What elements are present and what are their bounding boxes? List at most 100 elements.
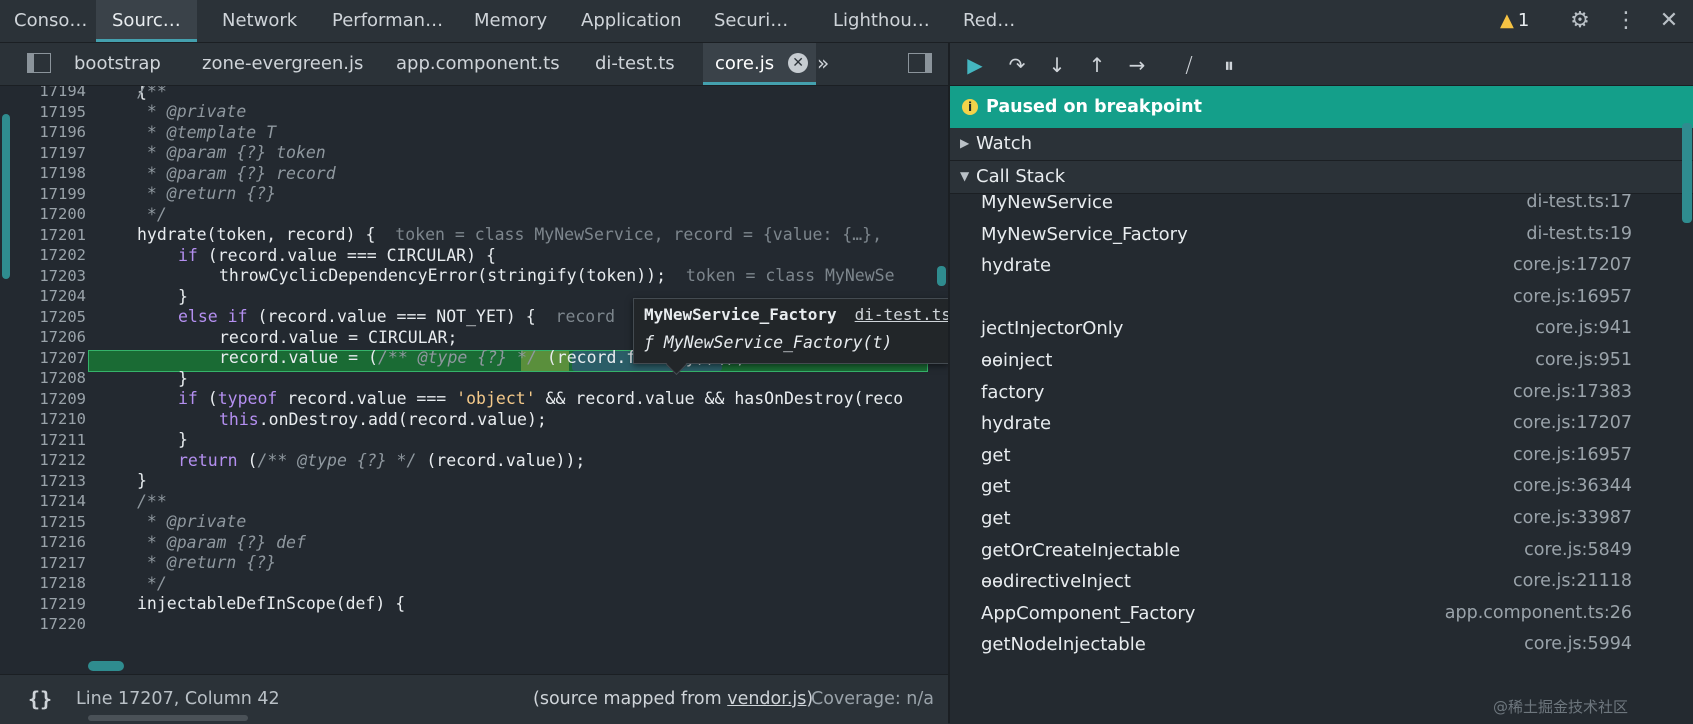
step-out-icon[interactable]: ↑ [1084,52,1110,78]
code-line: injectableDefInScope(def) { [137,594,406,613]
call-frame-name: hydrate [981,413,1052,435]
line-number[interactable]: 17199 [14,185,86,203]
left-scroll-thumb[interactable] [2,114,10,279]
call-frame-location: core.js:951 [1535,350,1632,370]
tab-console[interactable]: Conso… [14,0,87,42]
line-number[interactable]: 17215 [14,513,86,531]
code-text: (record.value === NOT_YET) { [247,307,536,326]
debugger-sidebar: ▶ ↷ ↓ ↑ → ⧸ ⏸ i Paused on breakpoint ▶ W… [950,43,1693,723]
line-number[interactable]: 17218 [14,574,86,592]
code-line: * @private [137,102,247,121]
call-frame[interactable]: get core.js:16957 [950,439,1693,473]
toggle-navigator-icon[interactable] [27,53,51,73]
call-frame[interactable]: AppComponent_Factory app.component.ts:26 [950,597,1693,631]
line-number[interactable]: 17208 [14,369,86,387]
line-number[interactable]: 17195 [14,103,86,121]
line-number[interactable]: 17202 [14,246,86,264]
line-number[interactable]: 17213 [14,472,86,490]
call-frame[interactable]: getOrCreateInjectable core.js:5849 [950,534,1693,568]
more-options-icon[interactable]: ⋮ [1613,8,1639,34]
file-tab-app-component[interactable]: app.component.ts [396,43,560,85]
call-frame-location: di-test.ts:19 [1526,223,1632,244]
line-number[interactable]: 17196 [14,123,86,141]
line-number[interactable]: 17204 [14,287,86,305]
file-tab-core[interactable]: core.js ✕ [703,43,817,85]
line-number[interactable]: 17217 [14,554,86,572]
tab-application[interactable]: Application [581,0,682,42]
sidebar-scroll-thumb[interactable] [1682,123,1692,223]
line-number[interactable]: 17200 [14,205,86,223]
tab-sources[interactable]: Sourc… [96,0,197,42]
line-number[interactable]: 17214 [14,492,86,510]
code-text: throwCyclicDependencyError(stringify(tok… [219,266,667,285]
code-editor[interactable]: 17194 17195 17196 17197 17198 17199 17200 17201… [0,86,948,674]
line-number[interactable]: 17207 [14,349,86,367]
code-line: * @param {?} record [137,164,336,183]
tab-network[interactable]: Network [222,0,297,42]
call-frame[interactable]: core.js:16957 [950,281,1693,315]
line-number[interactable]: 17219 [14,595,86,613]
pretty-print-button[interactable]: {} [28,687,52,711]
inline-value: record [535,307,616,326]
deactivate-breakpoints-icon[interactable]: ⧸ [1176,52,1202,78]
editor-scroll-thumb[interactable] [937,266,946,286]
editor-horizontal-scroll-thumb[interactable] [88,661,124,671]
line-number[interactable]: 17212 [14,451,86,469]
tab-lighthouse[interactable]: Lighthou… [833,0,930,42]
paused-banner: i Paused on breakpoint [950,86,1693,128]
coverage-info: Coverage: n/a [811,689,935,709]
line-number[interactable]: 17206 [14,328,86,346]
line-number[interactable]: 17216 [14,533,86,551]
line-number[interactable]: 17203 [14,267,86,285]
watch-section-header[interactable]: ▶ Watch [950,128,1693,161]
code-line: return (/** @type {?} */ (record.value))… [178,451,585,470]
code-comment: /** @type {?} */ [377,348,537,367]
call-frame[interactable]: MyNewService_Factory di-test.ts:19 [950,218,1693,252]
call-frame[interactable]: factory core.js:17383 [950,376,1693,410]
tab-security[interactable]: Securi… [714,0,788,42]
resume-icon[interactable]: ▶ [962,52,988,78]
close-icon[interactable]: ✕ [1656,8,1682,34]
line-number[interactable]: 17198 [14,164,86,182]
status-scroll-track[interactable] [88,715,248,721]
close-tab-icon[interactable]: ✕ [788,53,809,73]
line-number[interactable]: 17220 [14,615,86,633]
file-tab-zone-evergreen[interactable]: zone-evergreen.js [202,43,363,85]
line-number[interactable]: 17201 [14,226,86,244]
step-into-icon[interactable]: ↓ [1044,52,1070,78]
more-tabs-chevron-icon[interactable]: » [817,51,829,75]
call-frame[interactable]: ɵɵinject core.js:951 [950,344,1693,378]
call-frame[interactable]: ɵɵdirectiveInject core.js:21118 [950,565,1693,599]
code-keyword: return [178,451,238,470]
call-frame-name: MyNewService [981,192,1113,213]
tab-performance[interactable]: Performan… [332,0,443,42]
file-tab-di-test[interactable]: di-test.ts [595,43,675,85]
line-number[interactable]: 17205 [14,308,86,326]
line-number[interactable]: 17211 [14,431,86,449]
call-frame-name: get [981,508,1011,529]
call-frame[interactable]: hydrate core.js:17207 [950,249,1693,283]
tab-memory[interactable]: Memory [474,0,547,42]
settings-gear-icon[interactable]: ⚙ [1567,8,1593,34]
call-frame[interactable]: get core.js:33987 [950,502,1693,536]
pause-on-exceptions-icon[interactable]: ⏸ [1216,52,1242,78]
source-file-tabbar: bootstrap zone-evergreen.js app.componen… [0,43,948,86]
left-scroll-track [0,86,12,674]
source-mapped-link[interactable]: vendor.js [727,689,806,709]
line-number[interactable]: 17197 [14,144,86,162]
call-frame[interactable]: getNodeInjectable core.js:5994 [950,628,1693,662]
step-over-icon[interactable]: ↷ [1004,52,1030,78]
line-number[interactable]: 17210 [14,410,86,428]
call-frame[interactable]: hydrate core.js:17207 [950,407,1693,441]
tab-redux[interactable]: Red… [963,0,1015,42]
call-frame[interactable]: MyNewService di-test.ts:17 [950,186,1693,220]
warnings-counter[interactable]: ▲ 1 [1500,10,1529,31]
line-number[interactable]: 17194 [14,86,86,100]
code-text: (record.value)); [416,451,586,470]
toggle-debugger-icon[interactable] [908,53,932,73]
line-number[interactable]: 17209 [14,390,86,408]
call-frame[interactable]: jectInjectorOnly core.js:941 [950,312,1693,346]
step-icon[interactable]: → [1124,52,1150,78]
call-frame[interactable]: get core.js:36344 [950,470,1693,504]
file-tab-bootstrap[interactable]: bootstrap [74,43,161,85]
